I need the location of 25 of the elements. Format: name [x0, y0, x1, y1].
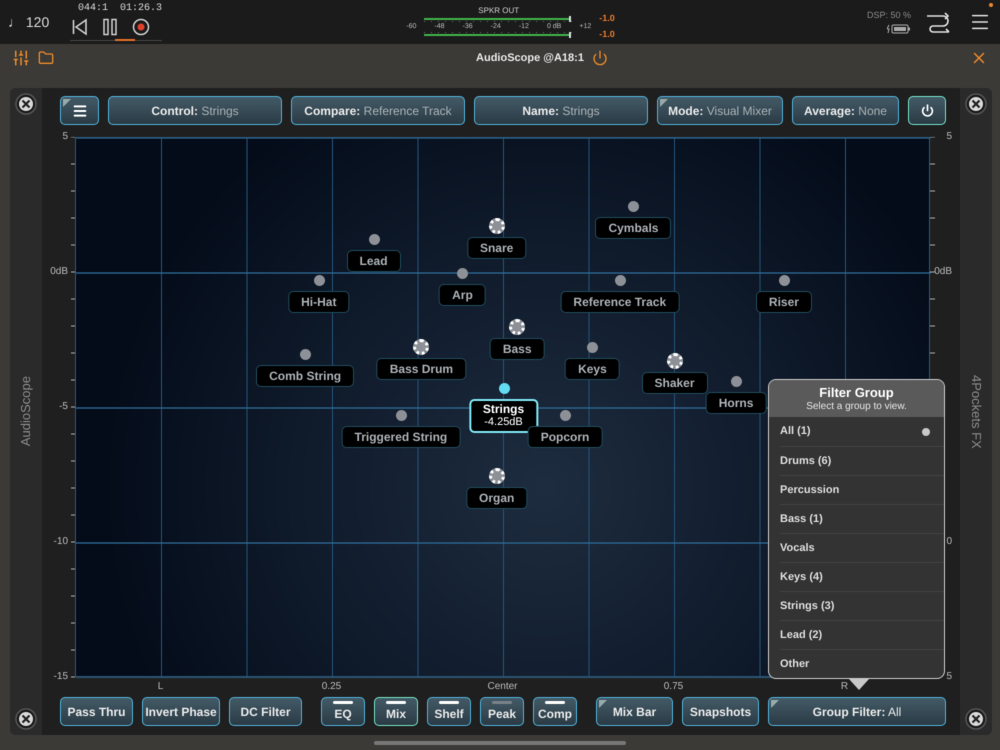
peak-readout: -1.0	[599, 29, 615, 39]
axis-label: 5	[945, 130, 952, 144]
axis-label: 0.25	[322, 681, 342, 693]
axis-label: 0	[945, 535, 952, 549]
side-label: AudioScope	[17, 376, 34, 447]
plugin-title: AudioScope @A18:1	[476, 50, 584, 66]
time-readout: 01:26.3	[120, 2, 162, 14]
peak-readout: -1.0	[599, 13, 615, 23]
axis-label: 5	[61, 130, 68, 144]
axis-label: 0dB	[934, 265, 952, 279]
axis-label: R	[840, 681, 848, 693]
meter-title: SPKR OUT	[478, 6, 520, 16]
axis-label: Center	[488, 681, 518, 693]
side-label: 4Pockets FX	[968, 374, 985, 448]
axis-label: -5	[58, 400, 68, 414]
axis-label: 5	[945, 670, 952, 684]
axis-label: -10	[52, 535, 68, 549]
popup-subtitle: Select a group to view.	[806, 400, 907, 413]
axis-label: 0dB	[49, 265, 68, 279]
popup-title: Filter Group	[819, 385, 894, 400]
axis-label: -15	[52, 670, 68, 684]
axis-label: 0.75	[664, 681, 684, 693]
position-readout: 044:1	[78, 2, 108, 14]
axis-label: L	[158, 681, 164, 693]
dsp-readout: DSP: 50 %	[866, 10, 912, 21]
